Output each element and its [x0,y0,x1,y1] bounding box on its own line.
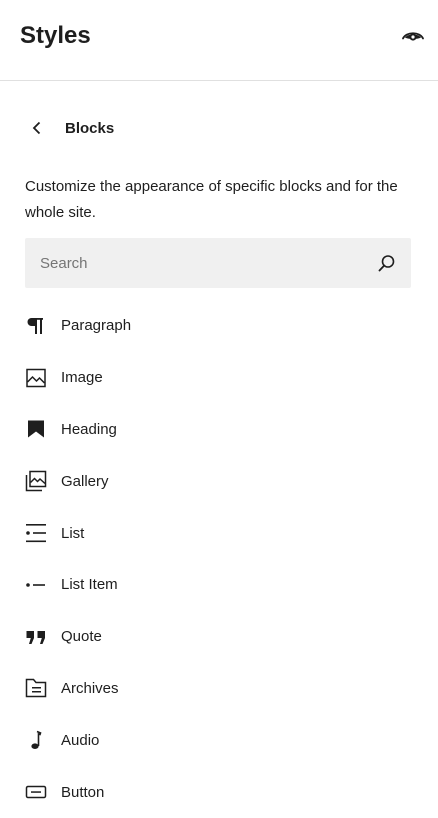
list-icon [26,524,46,543]
block-item-paragraph[interactable]: Paragraph [0,300,438,352]
chevron-left-icon [32,121,41,135]
block-item-button[interactable]: Button [0,766,438,818]
search-icon[interactable] [375,251,399,275]
navigator-row: Blocks [25,112,114,144]
search-input[interactable] [25,238,365,288]
styles-header: Styles [0,0,438,81]
block-item-quote[interactable]: Quote [0,611,438,663]
block-list: Paragraph Image Heading Gallery List Lis… [0,300,438,818]
button-icon [25,785,47,799]
page-title: Styles [20,22,91,49]
search-box [25,238,411,288]
eye-icon [402,32,424,41]
archives-icon [25,679,47,698]
block-item-heading[interactable]: Heading [0,404,438,456]
block-label: Quote [61,628,102,646]
block-label: List Item [61,576,118,594]
block-item-list[interactable]: List [0,507,438,559]
block-label: Heading [61,420,117,438]
block-label: Archives [61,679,119,697]
audio-icon [31,731,42,750]
style-book-button[interactable] [398,22,428,52]
heading-icon [28,420,44,438]
block-label: Audio [61,731,100,749]
block-item-archives[interactable]: Archives [0,663,438,715]
gallery-icon [25,471,47,492]
block-item-list-item[interactable]: List Item [0,559,438,611]
block-label: List [61,524,85,542]
section-description: Customize the appearance of specific blo… [25,178,398,221]
block-label: Button [61,783,105,801]
block-item-gallery[interactable]: Gallery [0,455,438,507]
block-label: Image [61,369,103,387]
paragraph-icon [27,317,43,334]
block-item-image[interactable]: Image [0,352,438,404]
block-label: Gallery [61,472,109,490]
block-item-audio[interactable]: Audio [0,714,438,766]
image-icon [26,368,46,387]
block-label: Paragraph [61,317,132,335]
section-title: Blocks [65,119,115,137]
back-button[interactable] [25,112,53,144]
quote-icon [26,630,45,644]
list-item-icon [26,583,45,587]
